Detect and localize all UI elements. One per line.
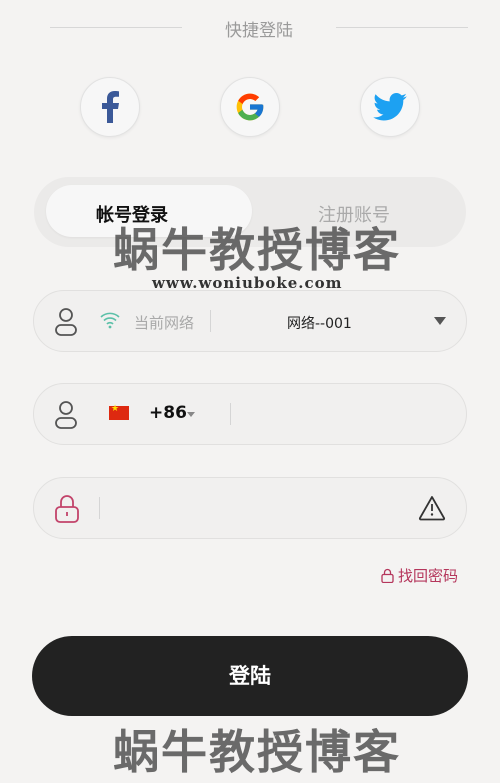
country-code[interactable]: +86 bbox=[149, 403, 187, 423]
login-button[interactable]: 登陆 bbox=[32, 636, 468, 716]
divider-right bbox=[336, 27, 468, 28]
google-icon bbox=[236, 93, 264, 121]
user-icon bbox=[55, 308, 77, 336]
lock-icon bbox=[55, 495, 79, 523]
quick-login-title: 快捷登陆 bbox=[225, 21, 293, 41]
watermark-text-bottom: 蜗牛教授博客 bbox=[113, 725, 401, 779]
dropdown-arrow-icon[interactable] bbox=[434, 317, 446, 325]
forgot-password-label: 找回密码 bbox=[397, 567, 458, 585]
wifi-icon bbox=[100, 312, 120, 329]
password-input[interactable] bbox=[33, 477, 467, 539]
separator bbox=[230, 403, 231, 425]
twitter-login-button[interactable] bbox=[360, 77, 420, 137]
china-flag-icon: ★ bbox=[109, 404, 129, 420]
twitter-icon bbox=[373, 93, 407, 121]
country-code-caret-icon[interactable] bbox=[187, 412, 195, 417]
user-icon bbox=[55, 401, 77, 429]
phone-input[interactable]: ★ +86 bbox=[33, 383, 467, 445]
separator bbox=[210, 310, 211, 332]
facebook-login-button[interactable] bbox=[80, 77, 140, 137]
quick-login-header: 快捷登陆 bbox=[50, 16, 468, 42]
forgot-password-link[interactable]: 找回密码 bbox=[381, 565, 458, 586]
network-value: 网络--001 bbox=[287, 316, 352, 332]
network-label: 当前网络 bbox=[134, 314, 195, 332]
warning-icon[interactable] bbox=[418, 495, 446, 521]
watermark-text-top: 蜗牛教授博客 bbox=[113, 223, 401, 277]
facebook-icon bbox=[102, 91, 119, 123]
network-select[interactable]: 当前网络 网络--001 bbox=[33, 290, 467, 352]
google-login-button[interactable] bbox=[220, 77, 280, 137]
small-lock-icon bbox=[381, 568, 394, 584]
separator bbox=[99, 497, 100, 519]
